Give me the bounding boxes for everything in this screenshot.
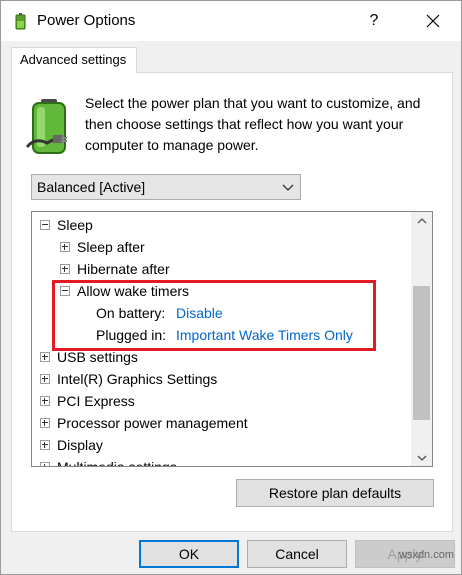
tree-label: Sleep [57, 217, 93, 233]
scroll-down-button[interactable] [411, 449, 432, 466]
expand-icon[interactable] [40, 418, 50, 428]
battery-power-icon [25, 99, 67, 154]
help-button[interactable]: ? [359, 7, 389, 35]
close-icon [426, 14, 440, 28]
chevron-down-icon [417, 455, 426, 461]
scroll-thumb[interactable] [413, 286, 430, 420]
power-plan-select[interactable]: Balanced [Active] [31, 174, 301, 200]
scroll-up-button[interactable] [411, 212, 432, 229]
wake-timers-highlight [52, 280, 376, 351]
tree-label: Processor power management [57, 415, 248, 431]
window-title: Power Options [37, 12, 136, 29]
title-bar[interactable]: Power Options ? [1, 1, 461, 41]
power-options-icon [15, 13, 26, 30]
chevron-down-icon [282, 184, 294, 191]
expand-icon[interactable] [40, 440, 50, 450]
tree-label: Intel(R) Graphics Settings [57, 371, 218, 387]
cancel-button[interactable]: Cancel [247, 540, 347, 568]
description-text: Select the power plan that you want to c… [85, 95, 421, 153]
expand-icon[interactable] [40, 374, 50, 384]
power-options-window: Power Options ? Advanced settings Select… [0, 0, 462, 575]
tree-label: PCI Express [57, 393, 135, 409]
tree-label: Hibernate after [77, 261, 170, 277]
tree-label: Multimedia settings [57, 459, 177, 467]
expand-icon[interactable] [40, 462, 50, 466]
tree-scrollbar[interactable] [411, 212, 432, 466]
expand-icon[interactable] [40, 352, 50, 362]
tree-label: Sleep after [77, 239, 145, 255]
watermark: wsxdn.com [399, 549, 455, 561]
expand-icon[interactable] [60, 242, 70, 252]
expand-icon[interactable] [60, 264, 70, 274]
power-plan-selected: Balanced [Active] [37, 179, 146, 195]
tab-advanced-settings[interactable]: Advanced settings [11, 47, 137, 73]
chevron-up-icon [417, 218, 426, 224]
restore-defaults-button[interactable]: Restore plan defaults [236, 479, 434, 507]
collapse-icon[interactable] [40, 220, 50, 230]
tree-label: Display [57, 437, 103, 453]
expand-icon[interactable] [40, 396, 50, 406]
close-button[interactable] [413, 7, 453, 35]
ok-button[interactable]: OK [139, 540, 239, 568]
